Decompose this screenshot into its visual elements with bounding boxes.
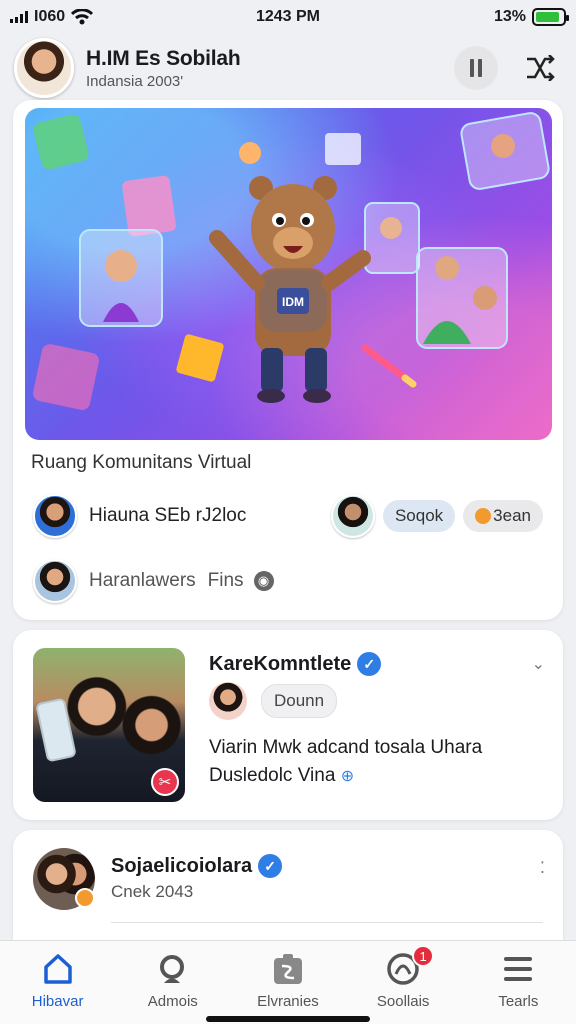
nav-label-events: Elvranies — [257, 993, 319, 1010]
floating-card — [33, 114, 89, 170]
post-body-line-1: Viarin Mwk adcand tosala Uhara — [209, 737, 483, 758]
floating-card — [325, 133, 361, 165]
mascot-shoe-right — [303, 389, 331, 403]
post-body: Viarin Mwk adcand tosala Uhara Dusledolc… — [209, 734, 549, 791]
floating-pen-tip — [401, 374, 417, 388]
carrier-label: I060 — [34, 8, 66, 25]
floating-card — [122, 175, 176, 237]
nav-item-social[interactable]: 1 Soollais — [348, 945, 458, 1024]
community-card[interactable]: IDM Ruang Komunitans Virtual Hiauna SEb … — [13, 100, 563, 620]
photo-face-right-2 — [473, 286, 497, 310]
header-text: H.IM Es Sobilah Indansia 2003' — [86, 47, 454, 90]
mascot-badge-text: IDM — [282, 295, 304, 309]
nav-item-events[interactable]: Elvranies — [233, 951, 343, 1024]
nav-label-search: Admois — [147, 993, 198, 1010]
signal-icon — [10, 11, 28, 23]
nav-item-menu[interactable]: Tearls — [463, 951, 573, 1024]
post-subtitle-2: Cnek 2043 — [111, 882, 194, 901]
verified-icon: ✓ — [357, 652, 382, 676]
post-author: KareKomntlete — [209, 652, 352, 675]
followers-suffix: Fins — [207, 570, 244, 591]
search-icon — [156, 951, 190, 987]
phone-image — [35, 697, 77, 763]
coin-chip[interactable]: 3ean — [463, 500, 543, 532]
post-card[interactable]: ✂ KareKomntlete ✓ ⌄ Dounn Viarin Mwk adc… — [13, 630, 563, 820]
profile-header: H.IM Es Sobilah Indansia 2003' — [14, 36, 562, 100]
floating-pen — [361, 344, 409, 382]
nav-label-menu: Tearls — [498, 993, 539, 1010]
nav-label-social: Soollais — [376, 993, 430, 1010]
mascot-leg-right — [305, 348, 327, 392]
mascot-leg-left — [261, 348, 283, 392]
mascot-shoe-left — [257, 389, 285, 403]
wifi-icon — [71, 9, 94, 25]
divider — [111, 922, 543, 923]
coin-icon — [475, 508, 492, 524]
member-avatar-2[interactable] — [330, 494, 375, 538]
verified-icon: ✓ — [258, 854, 283, 878]
battery-icon — [532, 8, 569, 26]
photo-face-left — [105, 250, 137, 282]
floating-card — [33, 344, 99, 410]
member-name: Hiauna SEb rJ2loc — [89, 505, 247, 526]
profile-avatar[interactable] — [14, 38, 74, 98]
nav-label-home: Hibavar — [31, 993, 84, 1010]
post-title[interactable]: KareKomntlete ✓ — [209, 652, 382, 676]
post-body-line-2: Dusledolc Vina — [209, 765, 336, 786]
nav-item-home[interactable]: Hibavar — [3, 951, 113, 1024]
status-left: I060 — [10, 8, 94, 26]
hero-illustration: IDM — [25, 108, 552, 440]
post-body-line-2-wrap: Dusledolc Vina ⊕ — [209, 762, 549, 791]
notification-badge: 1 — [412, 945, 435, 967]
mascot-pupil-right — [302, 217, 310, 225]
status-bar: I060 1243 PM 13% — [0, 0, 576, 34]
mascot-muzzle — [273, 227, 313, 259]
translate-icon[interactable]: ⊕ — [341, 768, 354, 785]
pin-badge-icon[interactable]: ✂ — [151, 768, 179, 796]
community-title: Ruang Komunitans Virtual — [31, 452, 252, 473]
mascot-arm-left — [209, 230, 265, 291]
mascot-arm-right — [321, 250, 371, 291]
member-avatar[interactable] — [33, 494, 77, 538]
coin-chip-label: 3ean — [493, 506, 531, 525]
hero-art: IDM — [33, 112, 550, 410]
profile-subtitle: Indansia 2003' — [86, 72, 184, 90]
floating-orb — [239, 142, 261, 164]
post-title-2[interactable]: Sojaelicoiolara ✓ — [111, 854, 283, 878]
post-author-2: Sojaelicoiolara — [111, 854, 253, 877]
photo-face-right-top — [491, 134, 515, 158]
bottom-nav: Hibavar Admois Elvranies 1 Soollais Tear… — [0, 940, 576, 1024]
floating-cube — [176, 334, 224, 382]
pause-icon — [470, 59, 474, 77]
pause-icon-bar — [478, 59, 482, 77]
home-icon — [41, 951, 75, 987]
post-meta: Dounn — [209, 682, 338, 720]
post-photo[interactable]: ✂ — [33, 648, 185, 802]
mascot-pupil-left — [276, 217, 284, 225]
photo-face-mid — [380, 217, 402, 239]
nav-item-search[interactable]: Admois — [118, 951, 228, 1024]
commenter-avatar[interactable] — [209, 682, 247, 720]
tag-chip[interactable]: Soqok — [382, 500, 456, 532]
more-options-icon[interactable]: ⁚ — [540, 858, 545, 878]
followers-label: Haranlawers — [89, 570, 196, 591]
profile-name: H.IM Es Sobilah — [86, 46, 241, 70]
status-right: 13% — [493, 8, 569, 26]
battery-fill — [536, 12, 560, 22]
status-badge — [75, 888, 95, 908]
photo-face-right — [435, 256, 459, 280]
battery-percent: 13% — [493, 8, 526, 25]
events-icon — [271, 951, 305, 987]
menu-icon — [501, 951, 535, 987]
shuffle-button[interactable] — [518, 46, 562, 90]
member-avatar[interactable] — [33, 559, 77, 603]
globe-icon: ◉ — [253, 571, 274, 591]
chevron-down-icon[interactable]: ⌄ — [532, 654, 545, 674]
shuffle-icon — [527, 55, 555, 81]
pause-button[interactable] — [454, 46, 498, 90]
community-row-2[interactable]: Haranlawers Fins ◉ — [33, 557, 543, 605]
home-indicator[interactable] — [206, 1016, 370, 1022]
community-row-1[interactable]: Hiauna SEb rJ2loc Soqok 3ean — [33, 492, 543, 540]
post-chip[interactable]: Dounn — [261, 684, 338, 718]
